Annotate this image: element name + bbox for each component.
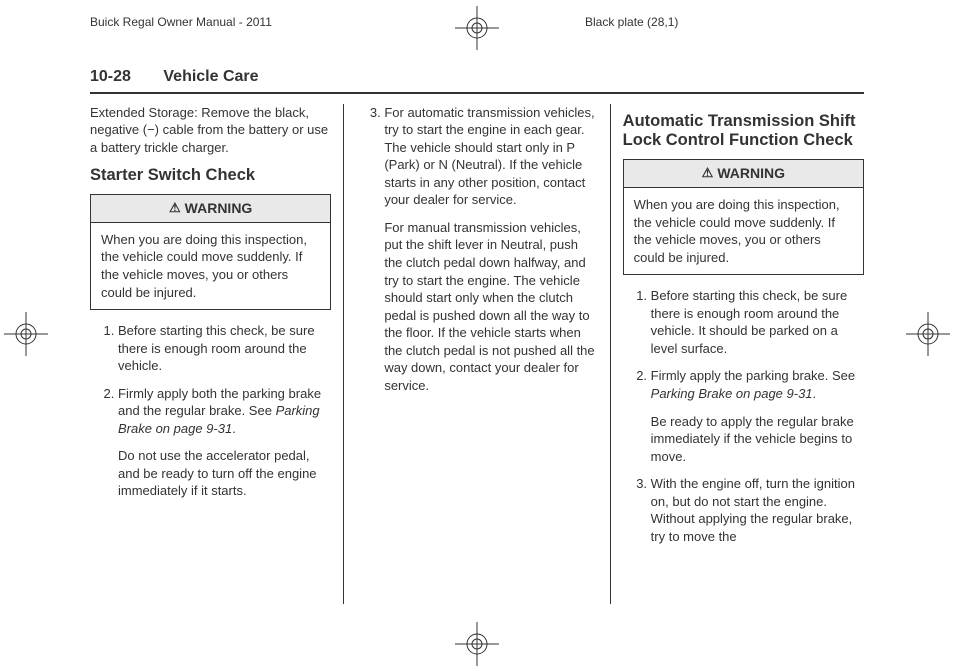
warning-box: ⚠WARNING When you are doing this inspect…: [623, 159, 864, 275]
step-2-followup: Be ready to apply the regular brake imme…: [651, 413, 864, 466]
step-1: Before starting this check, be sure ther…: [118, 322, 331, 375]
registration-mark-left: [4, 312, 48, 356]
step-2: Firmly apply both the parking brake and …: [118, 385, 331, 500]
heading-starter-switch: Starter Switch Check: [90, 166, 331, 186]
warning-body: When you are doing this inspection, the …: [91, 223, 330, 309]
warning-label: WARNING: [717, 165, 785, 181]
step-3: With the engine off, turn the ignition o…: [651, 475, 864, 545]
step-2-followup: Do not use the accelerator pedal, and be…: [118, 447, 331, 500]
warning-header: ⚠WARNING: [624, 160, 863, 188]
steps-list: Before starting this check, be sure ther…: [90, 322, 331, 500]
page-body: 10-28 Vehicle Care Extended Storage: Rem…: [0, 58, 954, 604]
warning-header: ⚠ WARNING: [91, 195, 330, 223]
registration-mark-bottom: [455, 622, 499, 666]
steps-list-cont: For automatic transmission vehicles, try…: [356, 104, 597, 395]
column-1: Extended Storage: Remove the black, nega…: [90, 104, 343, 604]
warning-icon: ⚠: [702, 165, 714, 180]
step-3: For automatic transmission vehicles, try…: [384, 104, 597, 395]
page-number: 10-28: [90, 68, 131, 85]
intro-paragraph: Extended Storage: Remove the black, nega…: [90, 104, 331, 157]
heading-shift-lock: Automatic Transmission Shift Lock Contro…: [623, 112, 864, 152]
registration-mark-right: [906, 312, 950, 356]
section-title: Vehicle Care: [163, 68, 258, 85]
step-2: Firmly apply the parking brake. See Park…: [651, 367, 864, 465]
warning-box: ⚠ WARNING When you are doing this inspect…: [90, 194, 331, 310]
print-header: Buick Regal Owner Manual - 2011 Black pl…: [0, 0, 954, 58]
warning-icon: ⚠: [169, 200, 181, 215]
content-columns: Extended Storage: Remove the black, nega…: [90, 104, 864, 604]
column-2: For automatic transmission vehicles, try…: [344, 104, 609, 604]
xref-parking-brake: Parking Brake on page 9‑31: [651, 386, 813, 401]
header-left: Buick Regal Owner Manual - 2011: [90, 14, 272, 30]
header-right: Black plate (28,1): [585, 14, 678, 30]
section-header: 10-28 Vehicle Care: [90, 58, 864, 94]
steps-list: Before starting this check, be sure ther…: [623, 287, 864, 545]
warning-body: When you are doing this inspection, the …: [624, 188, 863, 274]
step-3-followup: For manual transmission vehicles, put th…: [384, 219, 597, 394]
warning-label: WARNING: [185, 200, 253, 216]
column-3: Automatic Transmission Shift Lock Contro…: [611, 104, 864, 604]
step-1: Before starting this check, be sure ther…: [651, 287, 864, 357]
